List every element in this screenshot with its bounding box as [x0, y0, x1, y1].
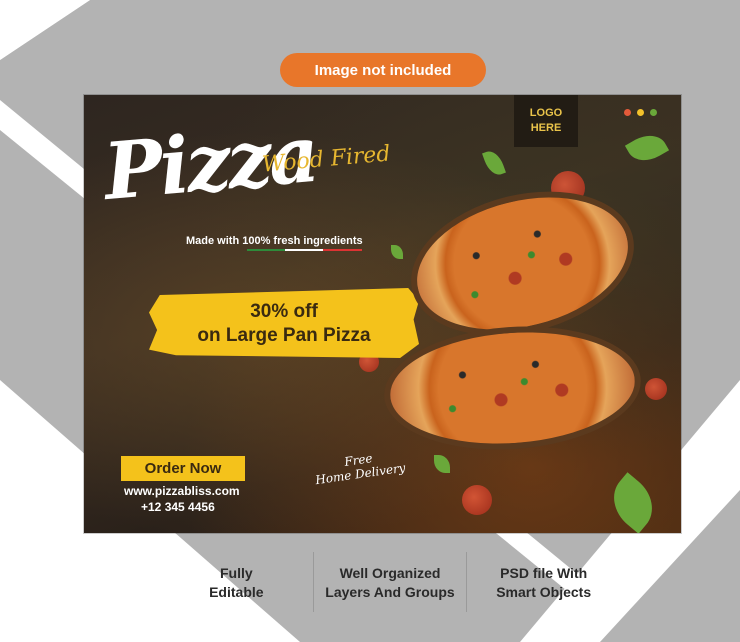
order-now-button[interactable]: Order Now: [121, 456, 245, 481]
offer-percent: 30% off: [250, 301, 318, 322]
decorative-dots: [624, 109, 657, 116]
feature-3-line-2: Smart Objects: [496, 584, 592, 600]
basil-leaf-icon: [434, 455, 450, 473]
basil-leaf-icon: [624, 127, 670, 169]
offer-brush-stroke: [149, 288, 419, 358]
pizza-bottom-image: [380, 318, 645, 458]
italian-flag-underline: [247, 249, 362, 251]
image-not-included-badge: Image not included: [280, 53, 486, 87]
red-dot-icon: [624, 109, 631, 116]
basil-leaf-icon: [391, 245, 403, 259]
free-delivery-text: Free Home Delivery: [312, 447, 406, 487]
feature-1-line-1: Fully: [220, 565, 253, 581]
feature-3-line-1: PSD file With: [500, 565, 588, 581]
feature-1-line-2: Editable: [209, 584, 264, 600]
logo-line-2: HERE: [530, 122, 562, 134]
feature-layers: Well Organized Layers And Groups: [312, 552, 468, 612]
tagline: Made with 100% fresh ingredients: [186, 235, 363, 247]
offer-description: on Large Pan Pizza: [197, 325, 371, 346]
logo-placeholder: LOGO HERE: [514, 95, 578, 147]
basil-leaf-icon: [601, 472, 665, 533]
tomato-icon: [462, 485, 492, 515]
website-link[interactable]: www.pizzabliss.com: [124, 484, 240, 498]
yellow-dot-icon: [637, 109, 644, 116]
basil-leaf-icon: [482, 148, 506, 178]
feature-2-line-1: Well Organized: [339, 565, 441, 581]
features-row: Fully Editable Well Organized Layers And…: [160, 552, 620, 612]
green-dot-icon: [650, 109, 657, 116]
feature-psd: PSD file With Smart Objects: [467, 552, 620, 612]
phone-number: +12 345 4456: [141, 500, 215, 514]
feature-editable: Fully Editable: [160, 552, 313, 612]
promo-banner: LOGO HERE Pizza Wood Fired Made with 100…: [84, 95, 681, 533]
logo-line-1: LOGO: [529, 107, 563, 119]
tomato-icon: [645, 378, 667, 400]
feature-2-line-2: Layers And Groups: [325, 584, 455, 600]
